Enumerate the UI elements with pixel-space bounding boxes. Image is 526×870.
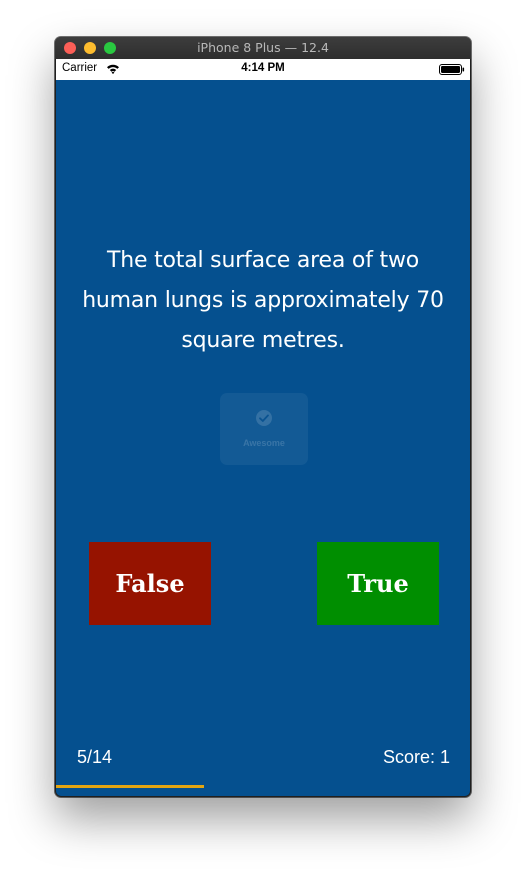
true-button[interactable]: True: [317, 542, 439, 625]
feedback-hud: Awesome: [220, 393, 308, 465]
hud-label: Awesome: [243, 438, 285, 448]
status-bar: Carrier 4:14 PM: [56, 59, 470, 80]
simulator-window: iPhone 8 Plus — 12.4 Carrier 4:14 PM The…: [55, 37, 471, 797]
false-button[interactable]: False: [89, 542, 211, 625]
status-time: 4:14 PM: [241, 62, 285, 74]
window-title: iPhone 8 Plus — 12.4: [197, 40, 329, 55]
score-label: Score: 1: [382, 747, 450, 767]
progress-bar: [56, 785, 204, 788]
question-text: The total surface area of two human lung…: [82, 248, 444, 353]
window-titlebar[interactable]: iPhone 8 Plus — 12.4: [55, 37, 471, 59]
device-screen: Carrier 4:14 PM The total surface area o…: [56, 59, 470, 796]
battery-icon: [439, 64, 465, 75]
checkmark-icon: [256, 410, 272, 426]
question-progress-label: 5/14: [77, 747, 113, 767]
